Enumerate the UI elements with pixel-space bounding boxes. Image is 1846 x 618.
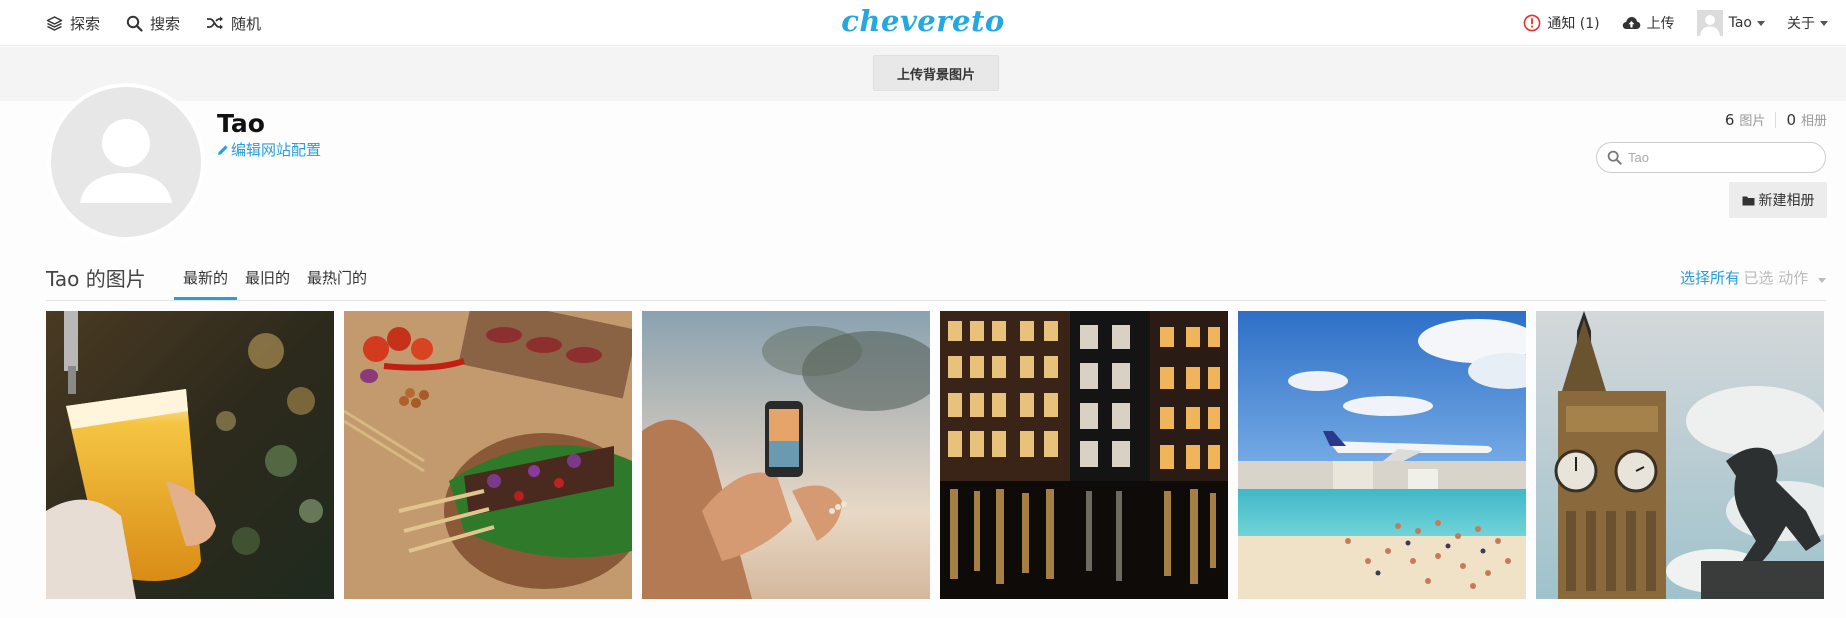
- select-all-link[interactable]: 选择所有: [1680, 267, 1740, 288]
- user-avatar: [1696, 10, 1723, 36]
- nav-explore-label: 探索: [70, 14, 101, 33]
- profile-cover: 上传背景图片: [0, 47, 1846, 101]
- listing-title: Tao 的图片: [46, 267, 146, 291]
- nav-random[interactable]: 随机: [206, 13, 261, 34]
- gallery-image-phone[interactable]: [642, 311, 930, 599]
- nav-notifications-label: 通知 (1): [1547, 16, 1600, 32]
- default-avatar-icon: [1699, 15, 1720, 36]
- edit-profile-link[interactable]: 编辑网站配置: [217, 139, 321, 160]
- beer-glass-photo: [46, 311, 334, 599]
- chevron-down-icon: [1820, 20, 1828, 26]
- cloud-upload-icon: [1622, 16, 1640, 29]
- gallery-image-bigben[interactable]: [1536, 311, 1824, 599]
- chevron-down-icon: [1757, 20, 1765, 26]
- tab-popular[interactable]: 最热门的: [307, 267, 367, 288]
- profile-avatar: [47, 83, 205, 241]
- tab-oldest[interactable]: 最旧的: [245, 267, 290, 288]
- nav-about-label: 关于: [1787, 16, 1815, 32]
- gallery-image-satay[interactable]: [344, 311, 632, 599]
- nav-upload-label: 上传: [1646, 16, 1675, 32]
- gallery-image-airplane[interactable]: [1238, 311, 1526, 599]
- nav-user-label: Tao: [1728, 15, 1752, 31]
- search-icon: [1607, 150, 1622, 165]
- tab-newest[interactable]: 最新的: [183, 267, 228, 288]
- pencil-icon: [218, 144, 228, 155]
- nav-upload[interactable]: 上传: [1622, 13, 1675, 33]
- edit-profile-label: 编辑网站配置: [231, 141, 322, 159]
- stats-divider: [1775, 111, 1777, 128]
- airplane-beach-photo: [1238, 311, 1526, 599]
- profile-stats: 6 图片 0 相册: [1725, 110, 1827, 129]
- new-album-button[interactable]: 新建相册: [1729, 182, 1827, 218]
- selection-actions-label: 已选 动作: [1743, 269, 1809, 287]
- albums-label: 相册: [1800, 114, 1827, 129]
- images-stat[interactable]: 6 图片: [1725, 110, 1766, 129]
- top-navigation-bar: 探索 搜索 随机 chevereto 通知 (1) 上传 Tao 关于: [0, 0, 1846, 46]
- nav-search-label: 搜索: [150, 14, 181, 33]
- phone-photography-beach-photo: [642, 311, 930, 599]
- amsterdam-night-canal-photo: [940, 311, 1228, 599]
- active-tab-indicator: [174, 297, 237, 300]
- gallery-image-amsterdam[interactable]: [940, 311, 1228, 599]
- upload-background-button[interactable]: 上传背景图片: [873, 55, 999, 91]
- new-album-label: 新建相册: [1758, 193, 1815, 209]
- nav-about[interactable]: 关于: [1787, 13, 1828, 33]
- nav-left-group: 探索 搜索 随机: [46, 0, 287, 46]
- listing-header: Tao 的图片 最新的 最旧的 最热门的 选择所有 · 已选 动作: [46, 255, 1826, 301]
- layers-icon: [46, 15, 63, 31]
- alert-icon: [1523, 14, 1541, 32]
- chevron-down-icon: [1818, 278, 1826, 283]
- albums-count: 0: [1786, 111, 1796, 129]
- satay-food-photo: [344, 311, 632, 599]
- default-avatar-icon: [80, 119, 172, 203]
- gallery-image-beer[interactable]: [46, 311, 334, 599]
- nav-user-menu[interactable]: Tao: [1696, 10, 1765, 36]
- nav-notifications[interactable]: 通知 (1): [1523, 13, 1600, 33]
- big-ben-statue-photo: [1536, 311, 1824, 599]
- images-count: 6: [1724, 111, 1735, 129]
- nav-explore[interactable]: 探索: [46, 13, 100, 34]
- site-logo[interactable]: chevereto: [841, 4, 1004, 38]
- shuffle-icon: [207, 16, 224, 30]
- user-search-box: [1596, 142, 1826, 173]
- nav-search[interactable]: 搜索: [126, 13, 180, 34]
- nav-right-group: 通知 (1) 上传 Tao 关于: [1501, 0, 1828, 46]
- images-label: 图片: [1739, 114, 1766, 129]
- user-search-input[interactable]: [1628, 150, 1808, 165]
- nav-random-label: 随机: [231, 14, 262, 33]
- albums-stat[interactable]: 0 相册: [1786, 110, 1827, 129]
- folder-icon: [1742, 196, 1754, 205]
- selection-actions-menu[interactable]: 已选 动作: [1743, 267, 1826, 288]
- profile-username: Tao: [217, 109, 265, 138]
- search-icon: [126, 15, 143, 32]
